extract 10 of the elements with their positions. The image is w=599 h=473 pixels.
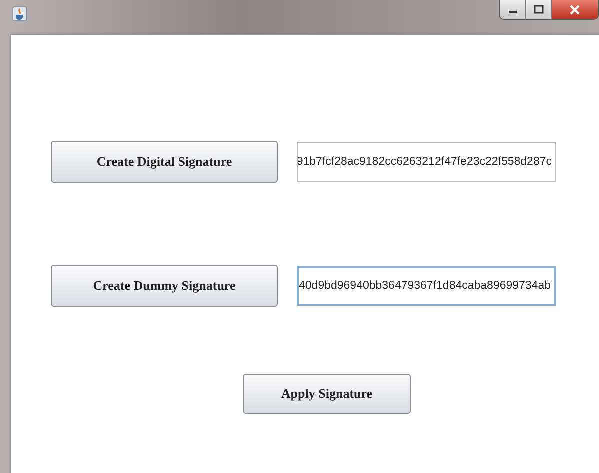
minimize-button[interactable] (500, 0, 526, 19)
signature-button[interactable]: Create Digital Signature (51, 141, 278, 183)
maximize-icon (534, 5, 544, 14)
close-button[interactable] (552, 0, 598, 19)
maximize-button[interactable] (526, 0, 552, 19)
signature-button[interactable]: Create Dummy Signature (51, 265, 278, 307)
cup-icon (12, 6, 28, 22)
apply-button[interactable]: Apply Signature (243, 374, 411, 414)
close-icon (569, 4, 581, 14)
signature-field[interactable]: 40d9bd96940bb36479367f1d84caba89699734ab (297, 266, 556, 306)
